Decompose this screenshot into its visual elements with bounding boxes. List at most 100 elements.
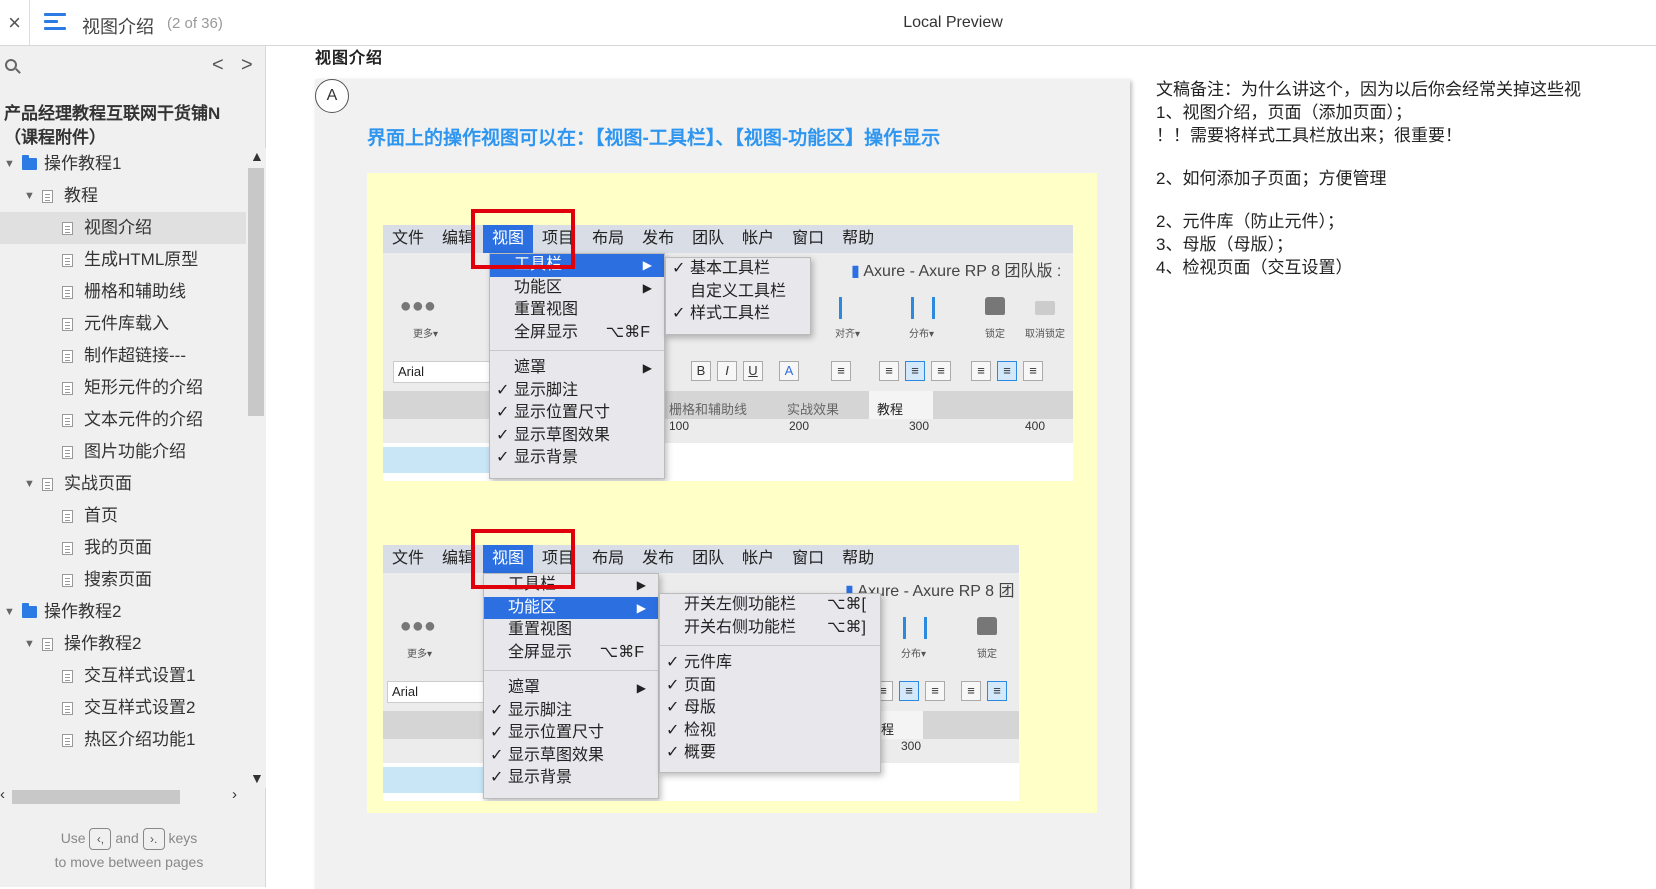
menu-show-background[interactable]: ✓ 显示背景 bbox=[490, 447, 664, 470]
menu-show-background-2[interactable]: ✓ 显示背景 bbox=[484, 767, 658, 790]
sitemap-item[interactable]: 首页 bbox=[0, 500, 246, 532]
menu-show-position[interactable]: ✓ 显示位置尺寸 bbox=[490, 402, 664, 425]
search-icon[interactable] bbox=[5, 59, 17, 71]
next-page-button[interactable]: > bbox=[241, 54, 253, 77]
scroll-up-icon[interactable]: ▲ bbox=[250, 148, 264, 164]
tab-tutorial-2[interactable]: 程 bbox=[881, 719, 894, 738]
menubar-item[interactable]: 帐户 bbox=[733, 225, 783, 253]
sitemap-item[interactable]: ▼ 操作教程1 bbox=[0, 148, 246, 180]
menubar-item[interactable]: 发布 bbox=[633, 545, 683, 573]
sitemap-item[interactable]: 热区介绍功能1 bbox=[0, 724, 246, 756]
font-color-button[interactable]: A bbox=[779, 361, 799, 381]
sitemap-item[interactable]: 栅格和辅助线 bbox=[0, 276, 246, 308]
menubar-item[interactable]: 帮助 bbox=[833, 225, 883, 253]
menubar-item[interactable]: 文件 bbox=[383, 225, 433, 253]
menubar-item[interactable]: 帐户 bbox=[733, 545, 783, 573]
sitemap-item[interactable]: 图片功能介绍 bbox=[0, 436, 246, 468]
menu-show-footnotes[interactable]: ✓ 显示脚注 bbox=[490, 380, 664, 403]
menu-fullscreen-2[interactable]: 全屏显示 ⌥⌘F bbox=[484, 642, 658, 665]
menu-icon[interactable] bbox=[44, 13, 66, 33]
sitemap-item[interactable]: 搜索页面 bbox=[0, 564, 246, 596]
submenu-outline[interactable]: ✓ 概要 bbox=[660, 742, 880, 765]
sitemap-item[interactable]: 交互样式设置1 bbox=[0, 660, 246, 692]
close-icon[interactable]: × bbox=[0, 0, 30, 46]
vertical-scrollbar[interactable]: ▲ ▼ bbox=[246, 148, 266, 788]
sitemap-item[interactable]: ▼ 实战页面 bbox=[0, 468, 246, 500]
submenu-library[interactable]: ✓ 元件库 bbox=[660, 652, 880, 675]
valign-top-button[interactable]: ≡ bbox=[971, 361, 991, 381]
menu-fullscreen[interactable]: 全屏显示 ⌥⌘F bbox=[490, 322, 664, 345]
align-right-button[interactable]: ≡ bbox=[931, 361, 951, 381]
sitemap-item[interactable]: 我的页面 bbox=[0, 532, 246, 564]
scroll-left-icon[interactable]: ‹ bbox=[0, 786, 5, 803]
align-center-button-2[interactable]: ≡ bbox=[899, 681, 919, 701]
prev-page-button[interactable]: < bbox=[212, 54, 224, 77]
menu-mask[interactable]: 遮罩 ▶ bbox=[490, 357, 664, 380]
expand-caret-icon[interactable]: ▼ bbox=[4, 596, 15, 628]
menubar-item[interactable]: 发布 bbox=[633, 225, 683, 253]
sitemap-item[interactable]: 元件库载入 bbox=[0, 308, 246, 340]
sitemap-item[interactable]: 生成HTML原型 bbox=[0, 244, 246, 276]
horizontal-scrollbar[interactable]: ‹ › bbox=[0, 786, 246, 806]
submenu-toggle-right[interactable]: 开关右侧功能栏 ⌥⌘] bbox=[660, 617, 880, 640]
submenu-custom-toolbar[interactable]: 自定义工具栏 bbox=[666, 281, 810, 304]
preview-title: Local Preview bbox=[903, 14, 1003, 31]
menu-show-sketch-2[interactable]: ✓ 显示草图效果 bbox=[484, 745, 658, 768]
menu-reset-view-2[interactable]: 重置视图 bbox=[484, 619, 658, 642]
submenu-inspector[interactable]: ✓ 检视 bbox=[660, 720, 880, 743]
align-right-button-2[interactable]: ≡ bbox=[925, 681, 945, 701]
menubar-item[interactable]: 帮助 bbox=[833, 545, 883, 573]
tab-practice[interactable]: 实战效果 bbox=[787, 399, 839, 418]
tab-tutorial[interactable]: 教程 bbox=[877, 399, 903, 418]
menubar-item[interactable]: 团队 bbox=[683, 225, 733, 253]
sitemap-item[interactable]: 视图介绍 bbox=[0, 212, 246, 244]
menu-panels[interactable]: 功能区 ▶ bbox=[490, 277, 664, 300]
valign-bottom-button[interactable]: ≡ bbox=[1023, 361, 1043, 381]
menubar-item[interactable]: 布局 bbox=[583, 225, 633, 253]
marker-a[interactable]: A bbox=[315, 79, 349, 113]
sitemap-item[interactable]: ▼ 教程 bbox=[0, 180, 246, 212]
scroll-down-icon[interactable]: ▼ bbox=[250, 770, 264, 786]
expand-caret-icon[interactable]: ▼ bbox=[24, 468, 35, 500]
expand-caret-icon[interactable]: ▼ bbox=[24, 628, 35, 660]
valign-middle-button[interactable]: ≡ bbox=[997, 361, 1017, 381]
scroll-thumb[interactable] bbox=[248, 168, 264, 416]
menubar-item[interactable]: 窗口 bbox=[783, 545, 833, 573]
submenu-masters[interactable]: ✓ 母版 bbox=[660, 697, 880, 720]
list-button[interactable]: ≡ bbox=[831, 361, 851, 381]
underline-button[interactable]: U bbox=[743, 361, 763, 381]
h-scroll-thumb[interactable] bbox=[12, 790, 180, 804]
valign-top-button-2[interactable]: ≡ bbox=[961, 681, 981, 701]
submenu-style-toolbar[interactable]: ✓ 样式工具栏 bbox=[666, 303, 810, 326]
bold-button[interactable]: B bbox=[691, 361, 711, 381]
menu-mask-2[interactable]: 遮罩 ▶ bbox=[484, 677, 658, 700]
menubar-item[interactable]: 窗口 bbox=[783, 225, 833, 253]
tab-grid[interactable]: 栅格和辅助线 bbox=[669, 399, 747, 418]
menu-show-footnotes-2[interactable]: ✓ 显示脚注 bbox=[484, 700, 658, 723]
menubar-item[interactable]: 布局 bbox=[583, 545, 633, 573]
expand-caret-icon[interactable]: ▼ bbox=[24, 180, 35, 212]
sitemap-item[interactable]: 制作超链接--- bbox=[0, 340, 246, 372]
menu-reset-view[interactable]: 重置视图 bbox=[490, 299, 664, 322]
sitemap-item[interactable]: ▼ 操作教程2 bbox=[0, 596, 246, 628]
valign-middle-button-2[interactable]: ≡ bbox=[987, 681, 1007, 701]
menubar-item[interactable]: 文件 bbox=[383, 545, 433, 573]
font-select[interactable]: Arial bbox=[393, 361, 493, 383]
sitemap-item[interactable]: 文本元件的介绍 bbox=[0, 404, 246, 436]
menu-show-position-2[interactable]: ✓ 显示位置尺寸 bbox=[484, 722, 658, 745]
sitemap-item[interactable]: 矩形元件的介绍 bbox=[0, 372, 246, 404]
menubar-item[interactable]: 团队 bbox=[683, 545, 733, 573]
font-select-2[interactable]: Arial bbox=[387, 681, 487, 703]
menu-show-sketch[interactable]: ✓ 显示草图效果 bbox=[490, 425, 664, 448]
italic-button[interactable]: I bbox=[717, 361, 737, 381]
submenu-basic-toolbar[interactable]: ✓ 基本工具栏 bbox=[666, 258, 810, 281]
submenu-toggle-left[interactable]: 开关左侧功能栏 ⌥⌘[ bbox=[660, 594, 880, 617]
align-center-button[interactable]: ≡ bbox=[905, 361, 925, 381]
menu-panels-2[interactable]: 功能区 ▶ bbox=[484, 596, 658, 619]
scroll-right-icon[interactable]: › bbox=[232, 786, 237, 803]
sitemap-item[interactable]: 交互样式设置2 bbox=[0, 692, 246, 724]
submenu-pages[interactable]: ✓ 页面 bbox=[660, 675, 880, 698]
align-left-button[interactable]: ≡ bbox=[879, 361, 899, 381]
expand-caret-icon[interactable]: ▼ bbox=[4, 148, 15, 180]
sitemap-item[interactable]: ▼ 操作教程2 bbox=[0, 628, 246, 660]
